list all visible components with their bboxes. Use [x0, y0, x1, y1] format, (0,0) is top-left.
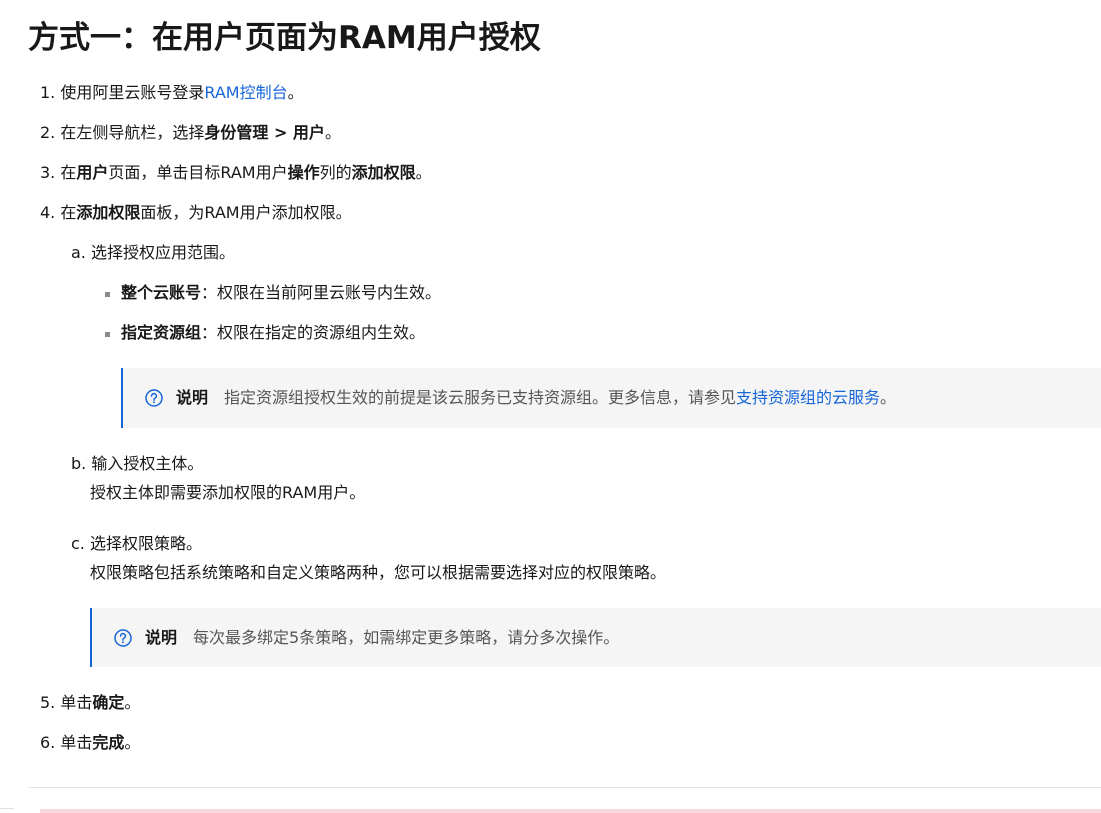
note-content: 说明 指定资源组授权生效的前提是该云服务已支持资源组。更多信息，请参见支持资源组的…	[176, 387, 896, 409]
substep-label: b.	[71, 454, 87, 473]
ui-term: 操作	[287, 163, 320, 182]
note-content: 说明 每次最多绑定5条策略，如需绑定更多策略，请分多次操作。	[145, 627, 619, 649]
step-text: 在	[60, 203, 77, 222]
substep-text: 选择权限策略。	[89, 534, 202, 553]
question-circle-icon	[114, 628, 132, 647]
substep-b-desc: 授权主体即需要添加权限的RAM用户。	[90, 483, 366, 502]
step-text: 列的	[319, 163, 352, 182]
question-circle-icon	[145, 389, 163, 407]
step-6: 6. 单击完成。	[40, 732, 140, 754]
step-text: 页面，单击目标RAM用户	[108, 163, 288, 182]
bullet-sep: ：	[201, 283, 218, 302]
bullet-icon	[105, 292, 110, 297]
divider-line	[0, 808, 14, 809]
list-item: 指定资源组：权限在指定的资源组内生效。	[121, 322, 425, 344]
menu-path: 身份管理 > 用户	[204, 123, 325, 142]
step-text: 。	[287, 83, 304, 102]
ui-term: 完成	[92, 733, 125, 752]
step-3: 3. 在用户页面，单击目标RAM用户操作列的添加权限。	[40, 162, 432, 184]
ui-term: 确定	[92, 693, 125, 712]
bullet-term: 指定资源组	[121, 323, 202, 342]
step-1: 1. 使用阿里云账号登录RAM控制台。	[40, 82, 304, 104]
page-title: 方式一：在用户页面为RAM用户授权	[28, 20, 541, 56]
ui-term: 添加权限	[351, 163, 416, 182]
step-number: 1.	[40, 83, 56, 102]
step-2: 2. 在左侧导航栏，选择身份管理 > 用户。	[40, 122, 341, 144]
step-text: 。	[124, 733, 141, 752]
step-text: 。	[324, 123, 341, 142]
step-number: 2.	[40, 123, 56, 142]
step-text: 单击	[60, 733, 93, 752]
substep-label: c.	[71, 534, 85, 553]
substep-c: c. 选择权限策略。	[71, 533, 202, 555]
step-text: 。	[124, 693, 141, 712]
step-text: 在	[60, 163, 77, 182]
next-section-edge	[40, 809, 1101, 813]
bullet-desc: 权限在当前阿里云账号内生效。	[217, 283, 442, 302]
resource-group-services-link[interactable]: 支持资源组的云服务	[736, 388, 880, 407]
substep-text: 输入授权主体。	[91, 454, 204, 473]
substep-text: 选择授权应用范围。	[90, 243, 235, 262]
step-number: 5.	[40, 693, 56, 712]
note-label: 说明	[145, 627, 178, 647]
note-box: 说明 指定资源组授权生效的前提是该云服务已支持资源组。更多信息，请参见支持资源组的…	[121, 368, 1101, 428]
bullet-term: 整个云账号	[121, 283, 202, 302]
step-number: 3.	[40, 163, 56, 182]
note-text: 每次最多绑定5条策略，如需绑定更多策略，请分多次操作。	[193, 627, 620, 647]
step-text: 。	[415, 163, 432, 182]
step-number: 4.	[40, 203, 56, 222]
substep-b: b. 输入授权主体。	[71, 453, 203, 475]
ram-console-link[interactable]: RAM控制台	[204, 83, 287, 102]
note-text: 指定资源组授权生效的前提是该云服务已支持资源组。更多信息，请参见	[224, 388, 737, 407]
note-label: 说明	[176, 388, 209, 407]
note-box: 说明 每次最多绑定5条策略，如需绑定更多策略，请分多次操作。	[90, 608, 1101, 667]
section-divider	[28, 787, 1101, 788]
note-text: 。	[880, 388, 897, 407]
step-number: 6.	[40, 733, 56, 752]
bullet-icon	[105, 332, 110, 337]
step-4: 4. 在添加权限面板，为RAM用户添加权限。	[40, 202, 352, 224]
ui-term: 用户	[76, 163, 109, 182]
substep-c-desc: 权限策略包括系统策略和自定义策略两种，您可以根据需要选择对应的权限策略。	[90, 563, 667, 582]
step-text: 面板，为RAM用户添加权限。	[140, 203, 352, 222]
step-5: 5. 单击确定。	[40, 692, 140, 714]
list-item: 整个云账号：权限在当前阿里云账号内生效。	[121, 282, 441, 304]
bullet-sep: ：	[201, 323, 218, 342]
substep-a: a. 选择授权应用范围。	[71, 242, 235, 264]
step-text: 在左侧导航栏，选择	[60, 123, 205, 142]
step-text: 使用阿里云账号登录	[60, 83, 205, 102]
ui-term: 添加权限	[76, 203, 141, 222]
substep-label: a.	[71, 243, 86, 262]
bullet-desc: 权限在指定的资源组内生效。	[217, 323, 426, 342]
step-text: 单击	[60, 693, 93, 712]
